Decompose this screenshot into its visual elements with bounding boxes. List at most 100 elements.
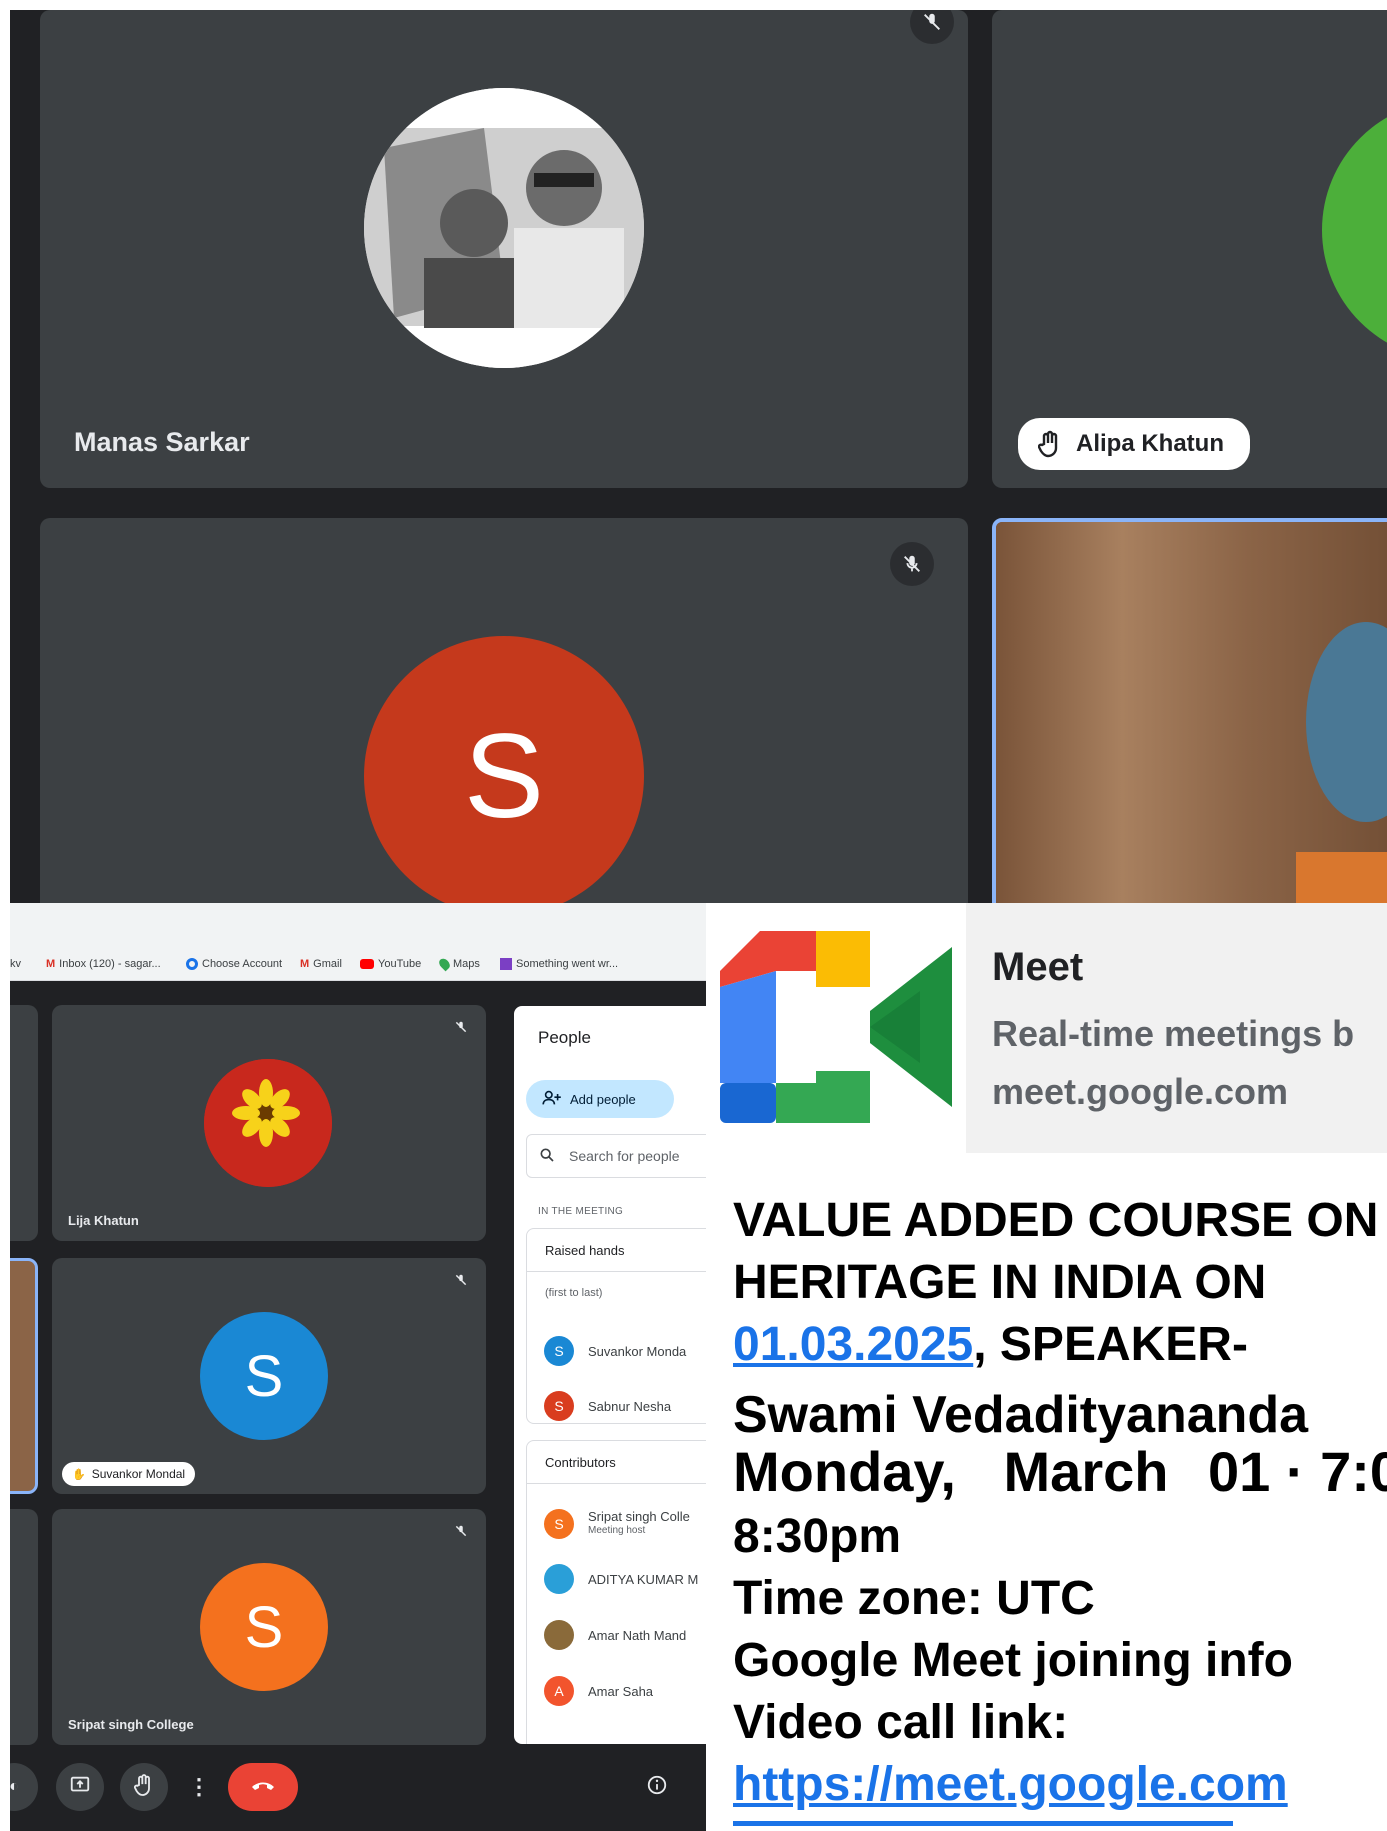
participant-tile-s-red[interactable]: S bbox=[40, 518, 968, 903]
hang-up-icon bbox=[250, 1778, 276, 1797]
search-icon bbox=[539, 1147, 555, 1166]
raise-hand-button[interactable] bbox=[120, 1763, 168, 1811]
mic-off-icon bbox=[454, 1019, 468, 1040]
message-line: HERITAGE IN INDIA ON bbox=[733, 1256, 1267, 1309]
avatar-letter-suvankor: S bbox=[200, 1312, 328, 1440]
people-row-contributor[interactable]: S Sripat singh Colle Meeting host bbox=[544, 1509, 690, 1539]
in-meeting-heading: IN THE MEETING bbox=[538, 1206, 624, 1217]
people-row-contributor[interactable]: A Amar Saha bbox=[544, 1676, 653, 1706]
raised-hands-heading[interactable]: Raised hands bbox=[545, 1243, 625, 1258]
bookmark-bar: kv M Inbox (120) - sagar... Choose Accou… bbox=[10, 903, 706, 981]
avatar-alipa bbox=[1322, 100, 1387, 360]
participant-tile-edge[interactable] bbox=[10, 1509, 38, 1745]
date-link[interactable]: 01.03.2025 bbox=[733, 1318, 973, 1371]
bookmark-gmail[interactable]: M Gmail bbox=[300, 958, 342, 970]
schedule-time: 01 · 7:0 bbox=[1208, 1440, 1387, 1503]
avatar-letter-sripat: S bbox=[200, 1563, 328, 1691]
schedule-day: Monday, bbox=[733, 1440, 956, 1503]
page-icon bbox=[500, 958, 512, 970]
participant-tile-manas[interactable]: Manas Sarkar bbox=[40, 10, 968, 488]
people-avatar: S bbox=[544, 1509, 574, 1539]
bookmark-maps[interactable]: Maps bbox=[437, 956, 480, 972]
avatar-photo-manas bbox=[364, 88, 644, 368]
raised-hand-badge-suvankor: ✋ Suvankor Mondal bbox=[62, 1462, 196, 1486]
hand-icon bbox=[133, 1773, 154, 1802]
add-person-icon bbox=[542, 1090, 562, 1109]
participant-tile-alipa[interactable]: Alipa Khatun bbox=[992, 10, 1387, 488]
bookmark-something[interactable]: Something went wr... bbox=[500, 958, 618, 970]
control-button-partial[interactable]: ◐ bbox=[10, 1763, 38, 1811]
speaker-label: , SPEAKER- bbox=[973, 1318, 1248, 1371]
participant-tile-edge-video[interactable] bbox=[10, 1258, 38, 1494]
speaker-name: Swami Vedadityananda bbox=[733, 1386, 1309, 1444]
more-vert-icon: ⋮ bbox=[188, 1774, 210, 1799]
people-avatar: S bbox=[544, 1336, 574, 1366]
meeting-host-label: Meeting host bbox=[588, 1525, 646, 1536]
people-row-raised[interactable]: S Suvankor Monda bbox=[544, 1336, 686, 1366]
people-row-contributor[interactable]: ADITYA KUMAR M bbox=[544, 1564, 698, 1594]
participant-tile-sripat[interactable]: S Sripat singh College bbox=[52, 1509, 486, 1745]
video-feed bbox=[996, 522, 1387, 903]
bookmark-label: Inbox (120) - sagar... bbox=[59, 958, 161, 970]
message-line-date: 01.03.2025, SPEAKER- bbox=[733, 1317, 1248, 1372]
bookmark-label: Choose Account bbox=[202, 958, 283, 970]
leave-call-button[interactable] bbox=[228, 1763, 298, 1811]
link-preview-card[interactable]: Meet Real-time meetings b meet.google.co… bbox=[966, 903, 1387, 1153]
youtube-icon bbox=[360, 959, 374, 969]
meeting-info-button[interactable] bbox=[640, 1770, 674, 1804]
bookmark-choose-account[interactable]: Choose Account bbox=[186, 958, 282, 970]
participant-name-manas: Manas Sarkar bbox=[74, 427, 250, 457]
schedule-month: March bbox=[1003, 1440, 1169, 1503]
avatar-photo-lija bbox=[204, 1059, 332, 1187]
search-people-field[interactable]: Search for people bbox=[526, 1134, 706, 1178]
preview-subtitle: Real-time meetings b bbox=[992, 1013, 1355, 1054]
people-avatar: S bbox=[544, 1391, 574, 1421]
add-people-label: Add people bbox=[570, 1091, 636, 1107]
people-row-contributor[interactable]: Amar Nath Mand bbox=[544, 1620, 686, 1650]
present-button[interactable] bbox=[56, 1763, 104, 1811]
mic-off-icon bbox=[454, 1272, 468, 1293]
people-row-raised[interactable]: S Sabnur Nesha bbox=[544, 1391, 671, 1421]
raised-hand-badge-alipa: Alipa Khatun bbox=[1018, 418, 1250, 470]
participant-name-alipa: Alipa Khatun bbox=[1076, 430, 1224, 457]
message-line-schedule: Monday, March 01 · 7:0 bbox=[733, 1439, 1387, 1504]
message-line: VALUE ADDED COURSE ON bbox=[733, 1194, 1379, 1247]
bookmark-label: YouTube bbox=[378, 958, 422, 970]
meet-grid-large: Manas Sarkar Alipa Khatun S bbox=[10, 10, 1387, 903]
people-panel-title: People bbox=[538, 1028, 591, 1047]
people-avatar-photo bbox=[544, 1620, 574, 1650]
preview-domain: meet.google.com bbox=[992, 1071, 1289, 1112]
participant-name-suvankor: Suvankor Mondal bbox=[91, 1467, 186, 1481]
bookmark-fragment[interactable]: kv bbox=[10, 958, 21, 970]
gmail-icon: M bbox=[300, 958, 310, 970]
more-options-button[interactable]: ⋮ bbox=[184, 1763, 214, 1811]
message-line: 8:30pm bbox=[733, 1510, 902, 1563]
participant-tile-video[interactable] bbox=[992, 518, 1387, 903]
message-line: Video call link: bbox=[733, 1696, 1069, 1749]
people-name: ADITYA KUMAR M bbox=[588, 1571, 699, 1587]
mic-off-icon bbox=[910, 10, 954, 44]
participant-tile-suvankor[interactable]: S ✋ Suvankor Mondal bbox=[52, 1258, 486, 1494]
participant-tile-lija[interactable]: Lija Khatun bbox=[52, 1005, 486, 1241]
bookmark-label: Maps bbox=[453, 958, 480, 970]
bookmark-youtube[interactable]: YouTube bbox=[360, 958, 421, 970]
people-avatar: A bbox=[544, 1676, 574, 1706]
meet-link[interactable]: https://meet.google.com bbox=[733, 1757, 1288, 1812]
screenshot-collage: Manas Sarkar Alipa Khatun S kv M Inbox (… bbox=[0, 0, 1387, 1831]
add-people-button[interactable]: Add people bbox=[526, 1080, 674, 1118]
people-avatar-photo bbox=[544, 1564, 574, 1594]
hand-icon bbox=[1038, 430, 1062, 458]
bookmark-label: Gmail bbox=[313, 958, 342, 970]
raised-hands-order-note: (first to last) bbox=[545, 1287, 603, 1299]
bookmark-label: Something went wr... bbox=[516, 958, 619, 970]
contributors-heading[interactable]: Contributors bbox=[545, 1455, 616, 1470]
participant-tile-edge[interactable] bbox=[10, 1005, 38, 1241]
gmail-icon: M bbox=[46, 958, 56, 970]
bookmark-inbox[interactable]: M Inbox (120) - sagar... bbox=[46, 958, 161, 970]
hand-icon: ✋ bbox=[72, 1468, 86, 1481]
info-icon bbox=[646, 1774, 668, 1801]
avatar-letter-s-red: S bbox=[364, 636, 644, 903]
people-name: Sabnur Nesha bbox=[588, 1398, 672, 1414]
meet-grid-small: kv M Inbox (120) - sagar... Choose Accou… bbox=[10, 903, 706, 1831]
chrome-icon bbox=[186, 958, 198, 970]
